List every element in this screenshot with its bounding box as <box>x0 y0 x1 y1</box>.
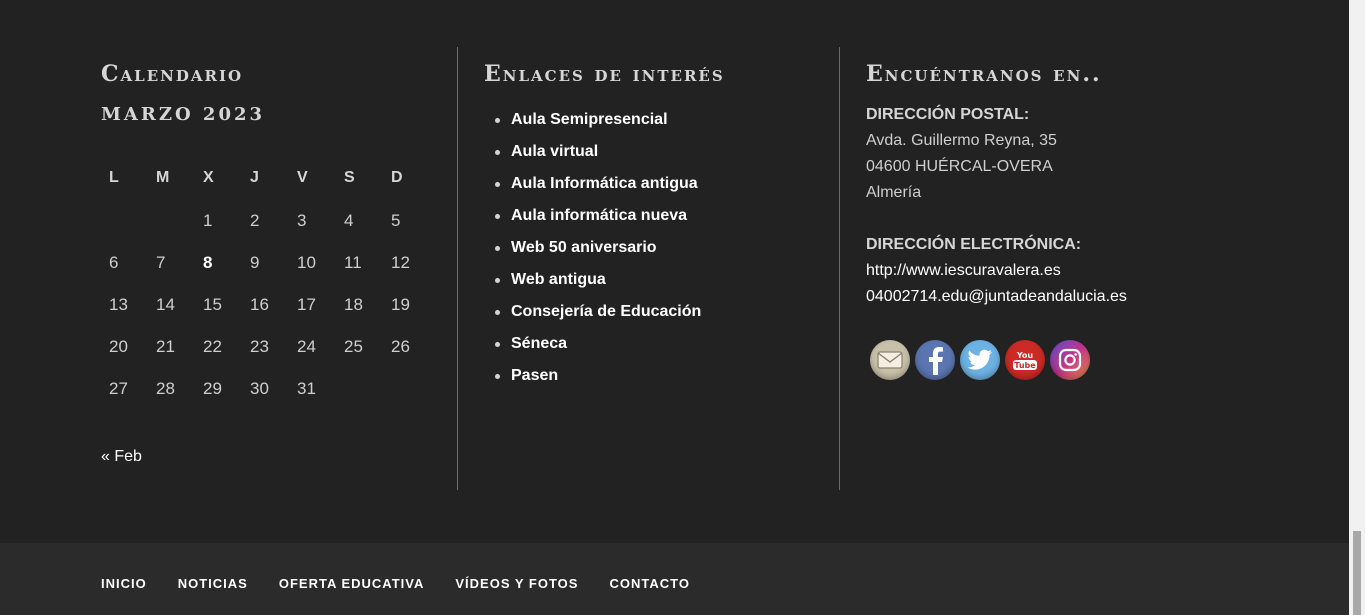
calendar-day: 24 <box>297 337 316 356</box>
link-aula-virtual[interactable]: Aula virtual <box>484 140 839 172</box>
link-aula-semipresencial[interactable]: Aula Semipresencial <box>484 108 839 140</box>
calendar-day: 17 <box>297 295 316 314</box>
calendar-day: 4 <box>344 211 354 230</box>
calendar-day: 28 <box>156 379 175 398</box>
link-web-antigua[interactable]: Web antigua <box>484 268 839 300</box>
social-icons: You Tube <box>870 340 1259 380</box>
email-icon[interactable] <box>870 340 910 380</box>
bottom-navigation-bar: INICIO NOTICIAS OFERTA EDUCATIVA VÍDEOS … <box>0 543 1349 615</box>
calendar-day: 18 <box>344 295 363 314</box>
link-seneca[interactable]: Séneca <box>484 332 839 364</box>
calendar-day <box>336 368 383 410</box>
calendar-day: 10 <box>297 253 316 272</box>
link-consejeria-educacion[interactable]: Consejería de Educación <box>484 300 839 332</box>
address-block: DIRECCIÓN POSTAL: Avda. Guillermo Reyna,… <box>866 102 1259 310</box>
calendar-day: 31 <box>297 379 316 398</box>
link-pasen[interactable]: Pasen <box>484 364 839 396</box>
calendar-week-row: 27 28 29 30 31 <box>101 368 430 410</box>
postal-address-label: DIRECCIÓN POSTAL: <box>866 106 1030 123</box>
calendar-day: 11 <box>344 253 362 272</box>
calendar-day: 16 <box>250 295 269 314</box>
calendar-day: 7 <box>156 253 166 272</box>
calendar-day: 30 <box>250 379 269 398</box>
calendar-day <box>148 200 195 242</box>
postal-address-line: Avda. Guillermo Reyna, 35 <box>866 132 1057 149</box>
calendar-day: 6 <box>109 253 119 272</box>
links-widget: Enlaces de interés Aula Semipresencial A… <box>457 47 839 490</box>
weekday-header: D <box>391 169 403 186</box>
svg-text:Tube: Tube <box>1014 361 1036 370</box>
calendar-day <box>383 368 430 410</box>
calendar-day: 21 <box>156 337 175 356</box>
footer-menu-inicio[interactable]: INICIO <box>101 576 147 591</box>
calendar-week-row: 1 2 3 4 5 <box>101 200 430 242</box>
calendar-day: 12 <box>391 253 410 272</box>
calendar-week-row: 13 14 15 16 17 18 19 <box>101 284 430 326</box>
calendar-day <box>101 200 148 242</box>
footer-menu-contacto[interactable]: CONTACTO <box>609 576 689 591</box>
youtube-icon[interactable]: You Tube <box>1005 340 1045 380</box>
postal-address-line: Almería <box>866 184 922 201</box>
links-widget-title: Enlaces de interés <box>484 61 725 87</box>
weekday-header: S <box>344 169 355 186</box>
postal-address-line: 04600 HUÉRCAL-OVERA <box>866 158 1053 175</box>
calendar-day: 23 <box>250 337 269 356</box>
website-link[interactable]: http://www.iescuravalera.es <box>866 258 1259 284</box>
facebook-icon[interactable] <box>915 340 955 380</box>
link-aula-informatica-nueva[interactable]: Aula informática nueva <box>484 204 839 236</box>
calendar-widget: Calendario MARZO 2023 L M X J V S D 1 2 … <box>101 47 457 490</box>
weekday-header: M <box>156 169 170 186</box>
calendar-day: 15 <box>203 295 222 314</box>
calendar-day-today: 8 <box>203 253 213 272</box>
calendar-day: 14 <box>156 295 175 314</box>
calendar-day: 29 <box>203 379 222 398</box>
email-link[interactable]: 04002714.edu@juntadeandalucia.es <box>866 284 1259 310</box>
electronic-address-label: DIRECCIÓN ELECTRÓNICA: <box>866 236 1082 253</box>
calendar-month-caption: MARZO 2023 <box>101 104 266 125</box>
calendar-day: 9 <box>250 253 260 272</box>
footer-menu: INICIO NOTICIAS OFERTA EDUCATIVA VÍDEOS … <box>101 576 721 591</box>
calendar-day: 13 <box>109 295 128 314</box>
contact-widget-title: Encuéntranos en.. <box>866 61 1102 87</box>
link-web-50-aniversario[interactable]: Web 50 aniversario <box>484 236 839 268</box>
calendar-day: 26 <box>391 337 410 356</box>
weekday-header: X <box>203 169 214 186</box>
calendar-day: 25 <box>344 337 363 356</box>
calendar-day: 22 <box>203 337 222 356</box>
calendar-day: 19 <box>391 295 410 314</box>
instagram-icon[interactable] <box>1050 340 1090 380</box>
calendar-day: 2 <box>250 211 260 230</box>
footer-widgets: Calendario MARZO 2023 L M X J V S D 1 2 … <box>0 0 1349 543</box>
link-aula-informatica-antigua[interactable]: Aula Informática antigua <box>484 172 839 204</box>
twitter-icon[interactable] <box>960 340 1000 380</box>
calendar-table: L M X J V S D 1 2 3 4 5 6 7 8 9 10 11 12… <box>101 156 430 410</box>
contact-widget: Encuéntranos en.. DIRECCIÓN POSTAL: Avda… <box>839 47 1259 490</box>
footer-menu-oferta-educativa[interactable]: OFERTA EDUCATIVA <box>279 576 425 591</box>
calendar-day: 20 <box>109 337 128 356</box>
svg-text:You: You <box>1016 351 1034 360</box>
weekday-header: J <box>250 169 259 186</box>
calendar-day: 27 <box>109 379 128 398</box>
calendar-day: 5 <box>391 211 401 230</box>
calendar-widget-title: Calendario <box>101 61 244 87</box>
calendar-week-row: 6 7 8 9 10 11 12 <box>101 242 430 284</box>
page-scrollbar[interactable] <box>1349 0 1365 615</box>
weekday-header: L <box>109 169 119 186</box>
weekday-header: V <box>297 169 308 186</box>
scrollbar-thumb[interactable] <box>1353 531 1361 615</box>
calendar-day: 1 <box>203 211 213 230</box>
footer-menu-noticias[interactable]: NOTICIAS <box>178 576 248 591</box>
footer-menu-videos-fotos[interactable]: VÍDEOS Y FOTOS <box>455 576 578 591</box>
links-list: Aula Semipresencial Aula virtual Aula In… <box>484 108 839 396</box>
calendar-week-row: 20 21 22 23 24 25 26 <box>101 326 430 368</box>
calendar-prev-month-link[interactable]: « Feb <box>101 448 142 466</box>
calendar-weekday-row: L M X J V S D <box>101 156 430 200</box>
calendar-day: 3 <box>297 211 307 230</box>
